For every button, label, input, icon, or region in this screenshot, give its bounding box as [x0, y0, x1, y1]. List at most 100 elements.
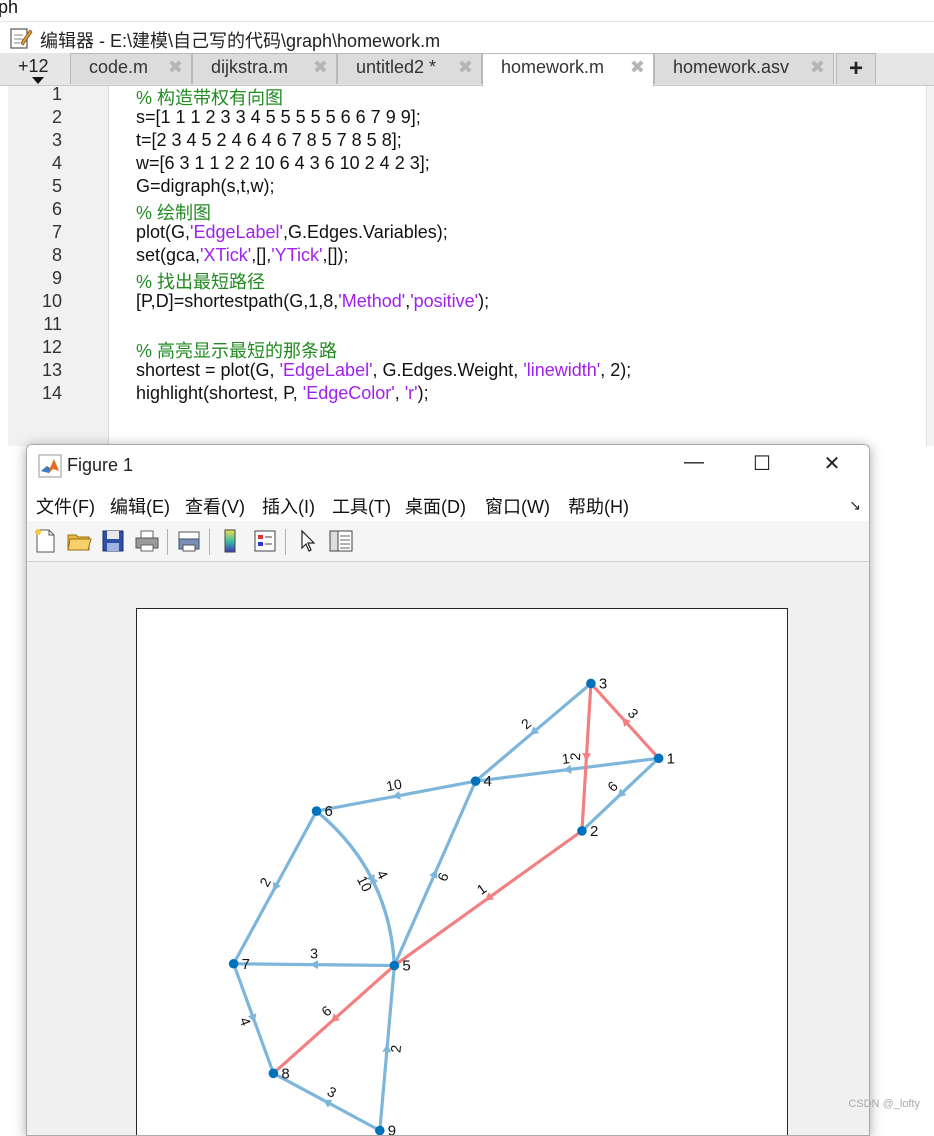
code-comment: % 高亮显示最短的那条路 [136, 341, 338, 361]
code-token: ,G.Edges.Variables); [282, 222, 448, 242]
editor-icon [10, 28, 33, 49]
code-token: G=digraph(s,t,w); [136, 176, 275, 196]
editor-scrollbar[interactable] [926, 86, 934, 446]
edge-weight-label: 3 [625, 705, 642, 722]
minimize-button[interactable]: — [671, 451, 717, 481]
new-figure-icon[interactable] [31, 527, 59, 555]
tab-label: homework.asv [673, 57, 790, 77]
line-number: 4 [51, 153, 62, 173]
menu-desktop[interactable]: 桌面(D) [405, 493, 466, 519]
node-label: 6 [325, 803, 333, 820]
close-icon[interactable]: ✖ [458, 57, 473, 78]
code-line: s=[1 1 1 2 3 3 4 5 5 5 5 5 6 6 7 9 9]; [136, 107, 421, 128]
add-tab-button[interactable]: + [836, 53, 876, 84]
edge-weight-label: 10 [385, 776, 403, 795]
node-label: 3 [599, 675, 607, 692]
edge-weight-label: 6 [318, 1002, 335, 1019]
toolbar-separator [285, 529, 286, 555]
graph-edge [314, 809, 396, 968]
code-token: w=[6 3 1 1 2 2 10 6 4 3 6 10 2 4 2 3]; [136, 153, 430, 173]
code-editor[interactable]: 1 2 3 4 5 6 7 8 9 10 11 12 13 14 % 构造带权有向图 s=[1 1 1 2 … [0, 84, 934, 446]
code-line: G=digraph(s,t,w); [136, 176, 275, 197]
line-number-gutter: 1 2 3 4 5 6 7 8 9 10 11 12 13 14 [8, 84, 109, 446]
graph-node [268, 1068, 279, 1079]
code-comment: % 构造带权有向图 [136, 88, 284, 108]
tab-dijkstra-m[interactable]: dijkstra.m ✖ [192, 53, 337, 84]
line-number: 6 [51, 199, 62, 219]
line-number: 3 [51, 130, 62, 150]
line-number: 7 [51, 222, 62, 242]
menu-view[interactable]: 查看(V) [185, 493, 245, 519]
figure-titlebar: Figure 1 — ☐ ✕ [27, 445, 869, 487]
edge-weight-label: 6 [604, 778, 621, 795]
menu-tools[interactable]: 工具(T) [332, 493, 391, 519]
code-token: plot(G, [136, 222, 191, 242]
menu-file[interactable]: 文件(F) [36, 493, 95, 519]
property-inspector-icon[interactable] [327, 527, 355, 555]
close-icon[interactable]: ✖ [313, 57, 328, 78]
tab-homework-m[interactable]: homework.m ✖ [482, 53, 654, 86]
node-label: 8 [281, 1065, 289, 1082]
maximize-button[interactable]: ☐ [739, 451, 785, 481]
node-label: 4 [484, 773, 492, 790]
tab-label: code.m [89, 57, 149, 77]
node-label: 2 [590, 823, 598, 840]
dock-arrow-icon[interactable]: ↘ [849, 497, 861, 514]
code-token: , 2); [600, 360, 632, 380]
line-number: 13 [41, 360, 62, 380]
toolbar-separator [209, 529, 210, 555]
print-preview-icon[interactable] [175, 527, 203, 555]
code-line: shortest = plot(G, 'EdgeLabel', G.Edges.… [136, 360, 631, 381]
code-line: highlight(shortest, P, 'EdgeColor', 'r')… [136, 383, 429, 404]
print-icon[interactable] [133, 527, 161, 555]
matlab-icon [38, 454, 62, 478]
save-icon[interactable] [99, 527, 127, 555]
edge-weight-label: 4 [236, 1015, 254, 1028]
code-token: , [394, 383, 405, 403]
line-number: 12 [41, 337, 62, 357]
close-icon[interactable]: ✖ [168, 57, 183, 78]
line-number: 1 [51, 84, 62, 104]
watermark: CSDN @_lofty [848, 1098, 920, 1110]
editor-tab-bar: +12 code.m ✖ dijkstra.m ✖ untitled2 * ✖ … [0, 53, 934, 86]
close-button[interactable]: ✕ [809, 451, 855, 481]
tab-homework-asv[interactable]: homework.asv ✖ [654, 53, 834, 84]
code-string: 'linewidth' [523, 360, 601, 380]
code-token: set(gca, [136, 245, 201, 265]
tab-label: homework.m [501, 57, 605, 77]
code-token: ); [417, 383, 429, 403]
edge-weight-label: 3 [325, 1083, 340, 1101]
line-number: 8 [51, 245, 62, 265]
node-label: 7 [242, 956, 250, 973]
code-token: , G.Edges.Weight, [372, 360, 524, 380]
colorbar-icon[interactable] [217, 527, 245, 555]
tab-overflow-dropdown[interactable]: +12 [8, 54, 66, 84]
code-string: 'EdgeLabel' [190, 222, 283, 242]
close-icon[interactable]: ✖ [810, 57, 825, 78]
code-line: set(gca,'XTick',[],'YTick',[]); [136, 245, 348, 266]
menu-window[interactable]: 窗口(W) [485, 493, 550, 519]
menu-help[interactable]: 帮助(H) [568, 493, 629, 519]
toolbar-separator [167, 529, 168, 555]
code-string: 'EdgeColor' [302, 383, 395, 403]
figure-menubar: 文件(F) 编辑(E) 查看(V) 插入(I) 工具(T) 桌面(D) 窗口(W… [27, 487, 869, 522]
legend-icon[interactable] [251, 527, 279, 555]
line-number: 11 [43, 314, 62, 334]
graph-edge [314, 809, 396, 968]
pointer-icon[interactable] [293, 527, 321, 555]
tab-code-m[interactable]: code.m ✖ [70, 53, 192, 84]
menu-edit[interactable]: 编辑(E) [110, 493, 170, 519]
menu-insert[interactable]: 插入(I) [262, 493, 315, 519]
editor-titlebar: 编辑器 - E:\建模\自己写的代码\graph\homework.m [0, 21, 934, 54]
plot-axes[interactable]: 6 1 2 10 6 4 3 10 2 4 2 3 3 1 2 6 1 2 3 4 5 6 7 8 9 [136, 608, 788, 1135]
code-token: s=[1 1 1 2 3 3 4 5 5 5 5 5 6 6 7 9 9]; [136, 107, 421, 127]
code-comment: % 找出最短路径 [136, 272, 266, 292]
graph-node [653, 753, 664, 764]
tab-untitled2[interactable]: untitled2 * ✖ [337, 53, 482, 84]
graph-plot: 612106431024233126123456789 [228, 675, 675, 1135]
edge-weight-label: 2 [387, 1044, 404, 1053]
close-icon[interactable]: ✖ [630, 57, 645, 78]
node-label: 1 [667, 750, 675, 767]
open-file-icon[interactable] [65, 527, 93, 555]
chevron-down-icon [32, 77, 44, 84]
